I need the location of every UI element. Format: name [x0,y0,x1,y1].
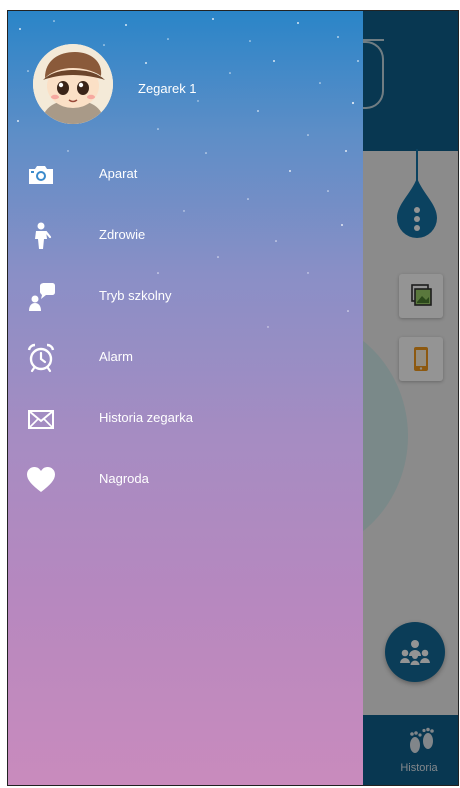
navigation-drawer: Zegarek 1 Aparat Zdrowie Tryb szkolny Al… [8,11,363,785]
boy-avatar-icon [33,44,113,124]
menu-item-tryb-szkolny[interactable]: Tryb szkolny [8,266,363,327]
envelope-icon [26,404,56,434]
drawer-menu: Aparat Zdrowie Tryb szkolny Alarm Histor… [8,144,363,510]
menu-item-label: Zdrowie [99,227,146,242]
alarm-clock-icon [26,343,56,373]
phone-screen: Historia Zegarek 1 Aparat Zdrowie Tryb s… [7,10,459,786]
user-name[interactable]: Zegarek 1 [138,81,197,96]
menu-item-label: Alarm [99,349,133,364]
school-mode-icon [26,282,56,312]
heart-icon [26,465,56,495]
user-avatar[interactable] [33,44,113,124]
menu-item-label: Tryb szkolny [99,288,172,303]
walking-person-icon [26,221,56,251]
menu-item-alarm[interactable]: Alarm [8,327,363,388]
menu-item-zdrowie[interactable]: Zdrowie [8,205,363,266]
camera-icon [26,160,56,190]
menu-item-label: Nagroda [99,471,149,486]
menu-item-historia-zegarka[interactable]: Historia zegarka [8,388,363,449]
menu-item-nagroda[interactable]: Nagroda [8,449,363,510]
menu-item-label: Historia zegarka [99,410,193,425]
menu-item-label: Aparat [99,166,138,181]
menu-item-aparat[interactable]: Aparat [8,144,363,205]
